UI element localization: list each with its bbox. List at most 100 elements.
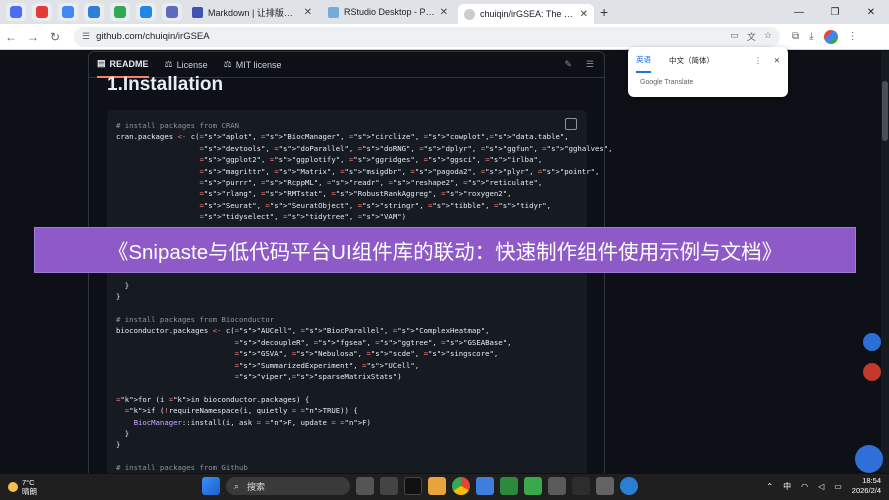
code-line: ="s">"rlang", ="s">"RMTstat", ="s">"Robu… [199,189,512,199]
app-icon[interactable] [596,477,614,495]
search-icon: ⌕ [234,480,240,491]
window-controls: — ❐ ✕ [781,0,889,24]
pinned-tab[interactable] [84,3,104,21]
scrollbar-thumb[interactable] [882,81,888,141]
new-tab-icon[interactable]: + [600,4,608,20]
tab-title: Markdown | 让排版变 Nice [208,7,299,18]
code-line: ="s">"viper",="s">"sparseMatrixStats") [234,371,402,381]
accessibility-icon[interactable] [855,445,883,473]
taskbar-search[interactable]: ⌕ 搜索 [226,477,350,495]
code-line: ="s">"devtools", ="s">"doParallel", ="s"… [199,143,613,153]
app-icon[interactable] [572,477,590,495]
menu-icon[interactable]: ⋮ [848,31,858,42]
code-line: } [116,428,130,438]
address-bar[interactable]: ☰ github.com/chuiqin/irGSEA ▭ 文 ☆ [74,26,780,47]
folder-icon[interactable] [428,477,446,495]
clock-date: 2026/2/4 [851,486,881,495]
scale-icon: ⚖ [164,59,173,69]
pinned-tab[interactable] [110,3,130,21]
star-icon[interactable]: ☆ [764,30,772,43]
language-source[interactable]: 英语 [636,47,651,73]
browser-tab-active[interactable]: chuiqin/irGSEA: The integrati ✕ [458,4,594,24]
rstudio-icon[interactable] [620,477,638,495]
tab-label: MIT license [235,59,282,70]
tiktok-icon[interactable] [404,477,422,495]
pinned-tab[interactable] [32,3,52,21]
pinned-tab[interactable] [6,3,26,21]
edge-side-icon[interactable] [863,363,881,381]
app-icon[interactable] [380,477,398,495]
close-icon[interactable]: ✕ [580,9,588,20]
more-icon[interactable]: ⋮ [754,56,762,65]
install-app-icon[interactable]: ▭ [730,30,739,43]
book-icon: ▤ [97,58,106,68]
excel-icon[interactable] [500,477,518,495]
translate-brand: Google Translate [640,79,694,86]
profile-avatar[interactable] [823,29,838,44]
forward-icon[interactable]: → [22,30,44,44]
code-line: ="s">"Seurat", ="s">"SeuratObject", ="s"… [199,200,552,210]
code-line: ="s">"SummarizedExperiment", ="s">"UCell… [234,360,420,370]
title-banner: 《Snipaste与低代码平台UI组件库的联动：快速制作组件使用示例与文档》 [34,227,856,273]
close-window-icon[interactable]: ✕ [853,7,889,18]
pinned-tab[interactable] [58,3,78,21]
start-icon[interactable] [202,477,220,495]
pinned-tab[interactable] [136,3,156,21]
code-block: # install packages from CRAN cran.package… [107,110,613,473]
chevron-up-icon[interactable]: ⌃ [766,482,773,491]
ime-indicator[interactable]: 中 [783,481,791,492]
code-line: # install packages from Github [116,463,248,473]
tab-title: chuiqin/irGSEA: The integrati [480,9,575,19]
app-icon[interactable] [548,477,566,495]
translate-popup: 英语 中文（简体） ⋮ ✕ Google Translate [628,47,788,97]
markdown-icon [192,6,203,18]
code-line: # install packages from Bioconductor [116,314,275,324]
wechat-icon[interactable] [524,477,542,495]
taskbar: 7°C 晴朗 ⌕ 搜索 ⌃ 中 ◠ ◁ ▭ 18:54 2026/2/4 [0,474,889,500]
back-icon[interactable]: ← [0,30,22,44]
tab-label: README [109,58,149,69]
tab-label: License [176,59,208,70]
tab-title: RStudio Desktop - Posit [344,7,435,17]
code-line: ="s">"purrr", ="s">"RcppML", ="s">"readr… [199,178,543,188]
toolbar-right: ⧉ ⤓ ⋮ [792,29,858,44]
close-icon[interactable]: ✕ [304,7,312,18]
language-target[interactable]: 中文（简体） [669,55,714,66]
minimize-icon[interactable]: — [781,7,817,18]
volume-icon[interactable]: ◁ [818,482,824,491]
code-line: ="s">"magrittr", ="s">"Matrix", ="s">"ms… [199,166,600,176]
task-view-icon[interactable] [356,477,374,495]
tab-strip: Markdown | 让排版变 Nice ✕ RStudio Desktop -… [0,0,889,24]
code-line: bioconductor.packages <- c(="s">"AUCell"… [116,326,490,336]
app-icon [166,6,178,18]
code-line: ="s">"ggplot2", ="s">"ggplotify", ="s">"… [199,155,543,165]
extensions-icon[interactable]: ⧉ [792,31,799,42]
banner-text: 《Snipaste与低代码平台UI组件库的联动：快速制作组件使用示例与文档》 [107,241,783,264]
browser-tab[interactable]: Markdown | 让排版变 Nice ✕ [186,2,318,22]
clock-time: 18:54 [862,476,881,485]
weather-widget[interactable]: 7°C 晴朗 [0,478,37,496]
reload-icon[interactable]: ↻ [44,30,66,44]
edit-icon[interactable]: ✎ [564,59,572,70]
code-line: BiocManager::install(i, ask = ="n">F, up… [133,417,371,427]
browser-tab[interactable]: RStudio Desktop - Posit ✕ [322,2,454,22]
outline-icon[interactable]: ☰ [586,59,594,70]
edge-side-icon[interactable] [863,333,881,351]
site-info-icon[interactable]: ☰ [82,31,90,42]
chrome-icon[interactable] [452,477,470,495]
maximize-icon[interactable]: ❐ [817,7,853,18]
pinned-tab[interactable] [162,3,182,21]
close-icon[interactable]: ✕ [440,7,448,18]
photos-icon[interactable] [476,477,494,495]
download-icon[interactable]: ⤓ [809,31,813,42]
battery-icon[interactable]: ▭ [834,482,842,491]
clock[interactable]: 18:54 2026/2/4 [852,476,881,496]
translate-icon[interactable]: 文 [747,30,756,43]
wifi-icon[interactable]: ◠ [801,482,808,491]
close-icon[interactable]: ✕ [774,56,780,65]
system-tray: ⌃ 中 ◠ ◁ ▭ 18:54 2026/2/4 [766,476,881,496]
tab-mit-license[interactable]: ⚖ MIT license [224,52,282,78]
scrollbar[interactable] [881,51,889,473]
translate-row: 英语 中文（简体） ⋮ ✕ [628,47,788,73]
